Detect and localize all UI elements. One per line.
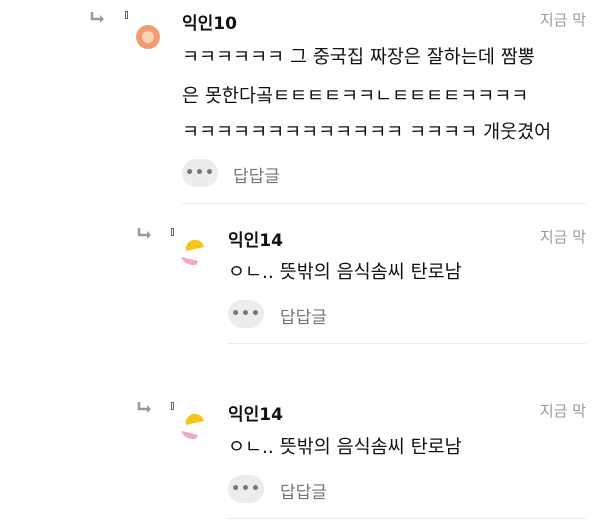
reply-arrow-icon <box>137 402 151 413</box>
timestamp: 지금 막 <box>539 228 586 246</box>
marker-icon <box>171 228 174 236</box>
avatar <box>181 239 204 265</box>
divider <box>228 343 586 344</box>
comment-text-line: ㅇㄴ.. 뜻밖의 음식솜씨 탄로남 <box>228 262 462 283</box>
author-name: 익인10 <box>182 14 237 34</box>
more-options-button[interactable]: ••• <box>228 475 264 503</box>
avatar <box>181 413 204 439</box>
comment-text-line: ㅋㅋㅋㅋㅋㅋ 그 중국집 짜장은 잘하는데 짬뽕 <box>182 47 535 68</box>
comment-text-line: ㅇㄴ.. 뜻밖의 음식솜씨 탄로남 <box>228 437 462 458</box>
divider <box>182 203 586 204</box>
reply-button[interactable]: 답답글 <box>280 303 327 328</box>
reply-arrow-icon <box>90 12 104 23</box>
divider <box>228 518 586 519</box>
reply-button[interactable]: 답답글 <box>280 478 327 503</box>
marker-icon <box>125 11 128 19</box>
more-options-button[interactable]: ••• <box>182 159 218 187</box>
marker-icon <box>171 402 174 410</box>
timestamp: 지금 막 <box>539 11 586 29</box>
reply-arrow-icon <box>137 228 151 239</box>
reply-button[interactable]: 답답글 <box>233 162 280 187</box>
comment-text-line: ㅋㅋㅋㅋㅋㅋㅋㅋㅋㅋㅋㅋㅋ ㅋㅋㅋㅋ 개웃겼어 <box>182 122 552 143</box>
author-name: 익인14 <box>228 405 283 425</box>
timestamp: 지금 막 <box>539 402 586 420</box>
more-options-button[interactable]: ••• <box>228 300 264 328</box>
comment-text-line: 은 못한다곸ㅌㅌㅌㅌㅋㅋㄴㅌㅌㅌㅌㅋㅋㅋㅋ <box>182 86 529 107</box>
avatar <box>136 25 160 49</box>
author-name: 익인14 <box>228 231 283 251</box>
